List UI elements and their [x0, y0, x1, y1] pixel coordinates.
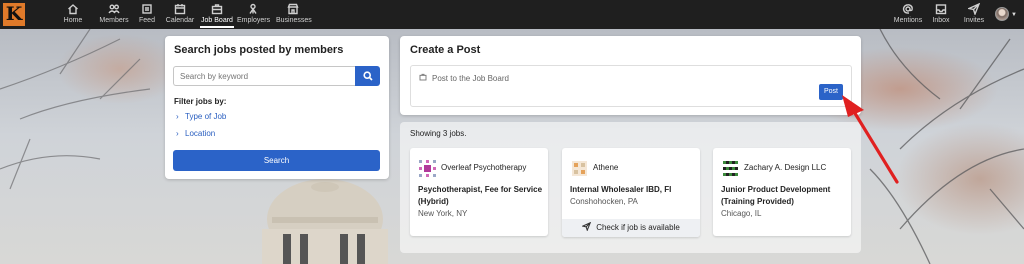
annotation-arrow: [842, 95, 899, 184]
